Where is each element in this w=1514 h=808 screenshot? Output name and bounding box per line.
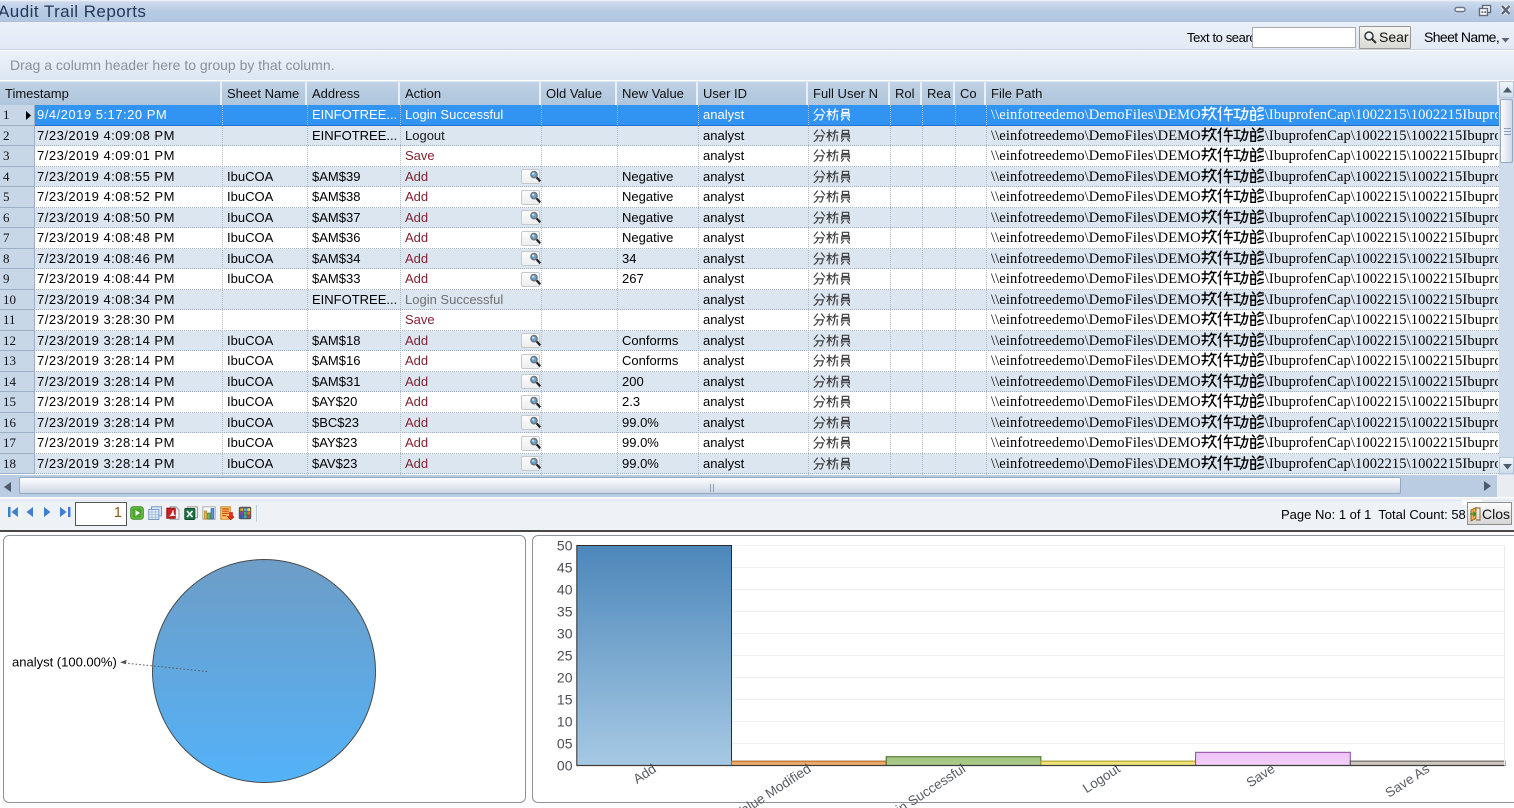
- svg-text:30: 30: [556, 626, 572, 642]
- svg-text:Save As: Save As: [1382, 761, 1432, 801]
- svg-text:35: 35: [556, 604, 572, 620]
- svg-text:10: 10: [556, 714, 572, 730]
- svg-text:00: 00: [556, 758, 572, 774]
- svg-text:analyst (100.00%): analyst (100.00%): [12, 655, 117, 670]
- svg-text:15: 15: [556, 692, 572, 708]
- svg-text:20: 20: [556, 670, 572, 686]
- svg-text:45: 45: [556, 560, 572, 576]
- svg-text:40: 40: [556, 582, 572, 598]
- svg-text:25: 25: [556, 648, 572, 664]
- svg-text:05: 05: [556, 736, 572, 752]
- svg-text:Value Modified: Value Modified: [731, 761, 813, 808]
- svg-text:50: 50: [556, 538, 572, 554]
- svg-text:Login Successful: Login Successful: [874, 761, 968, 808]
